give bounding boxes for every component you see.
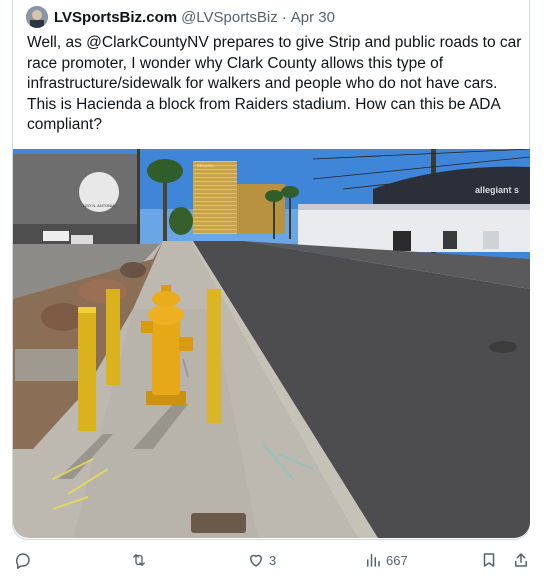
tweet-card[interactable]: LVSportsBiz.com @LVSportsBiz · Apr 30 We… <box>12 0 530 540</box>
stadium-sign-text: allegiant s <box>475 185 519 195</box>
like-button[interactable]: 3 <box>247 546 276 574</box>
post-date[interactable]: Apr 30 <box>291 9 335 26</box>
drain-grate <box>191 513 246 533</box>
bollard <box>207 289 221 423</box>
heart-icon <box>250 554 262 567</box>
views-count: 667 <box>386 552 408 568</box>
bollard <box>106 289 120 385</box>
bookmark-button[interactable] <box>480 546 498 574</box>
author-avatar[interactable] <box>26 6 48 28</box>
bookmark-icon <box>483 553 495 567</box>
views-button[interactable]: 667 <box>364 546 408 574</box>
tweet-text-line: Well, as @ClarkCountyNV prepares to give… <box>27 34 522 51</box>
tweet-photo[interactable]: LEO N. ANTONIA DELANO allegiant s <box>13 149 530 538</box>
repost-icon <box>133 554 145 566</box>
author-handle[interactable]: @LVSportsBiz <box>181 9 278 26</box>
repost-button[interactable] <box>130 546 152 574</box>
tweet-actions-bar: 3 667 <box>0 546 550 574</box>
tweet-text-line: infrastructure/sidewalk for walkers and … <box>27 75 498 92</box>
share-icon <box>515 553 527 567</box>
tweet-text-line: race promoter, I wonder why Clark County… <box>27 54 444 72</box>
reply-button[interactable] <box>14 546 36 574</box>
tweet-text-line: This is Hacienda a block from Raiders st… <box>27 95 501 113</box>
tweet-text-line: compliant? <box>27 116 102 133</box>
street-photo-illustration: LEO N. ANTONIA DELANO allegiant s <box>13 149 530 538</box>
like-count: 3 <box>269 552 277 568</box>
building-sign-text: LEO N. ANTONIA <box>83 203 115 208</box>
views-icon <box>367 554 380 567</box>
tweet-text: Well, as @ClarkCountyNV prepares to give… <box>27 33 527 136</box>
author-name[interactable]: LVSportsBiz.com <box>54 9 177 26</box>
bollard <box>78 307 96 431</box>
hotel-sign-text: DELANO <box>197 163 213 168</box>
share-button[interactable] <box>512 546 530 574</box>
tweet-header: LVSportsBiz.com @LVSportsBiz · Apr 30 <box>26 6 335 28</box>
header-separator: · <box>281 8 287 26</box>
reply-icon <box>15 553 30 569</box>
